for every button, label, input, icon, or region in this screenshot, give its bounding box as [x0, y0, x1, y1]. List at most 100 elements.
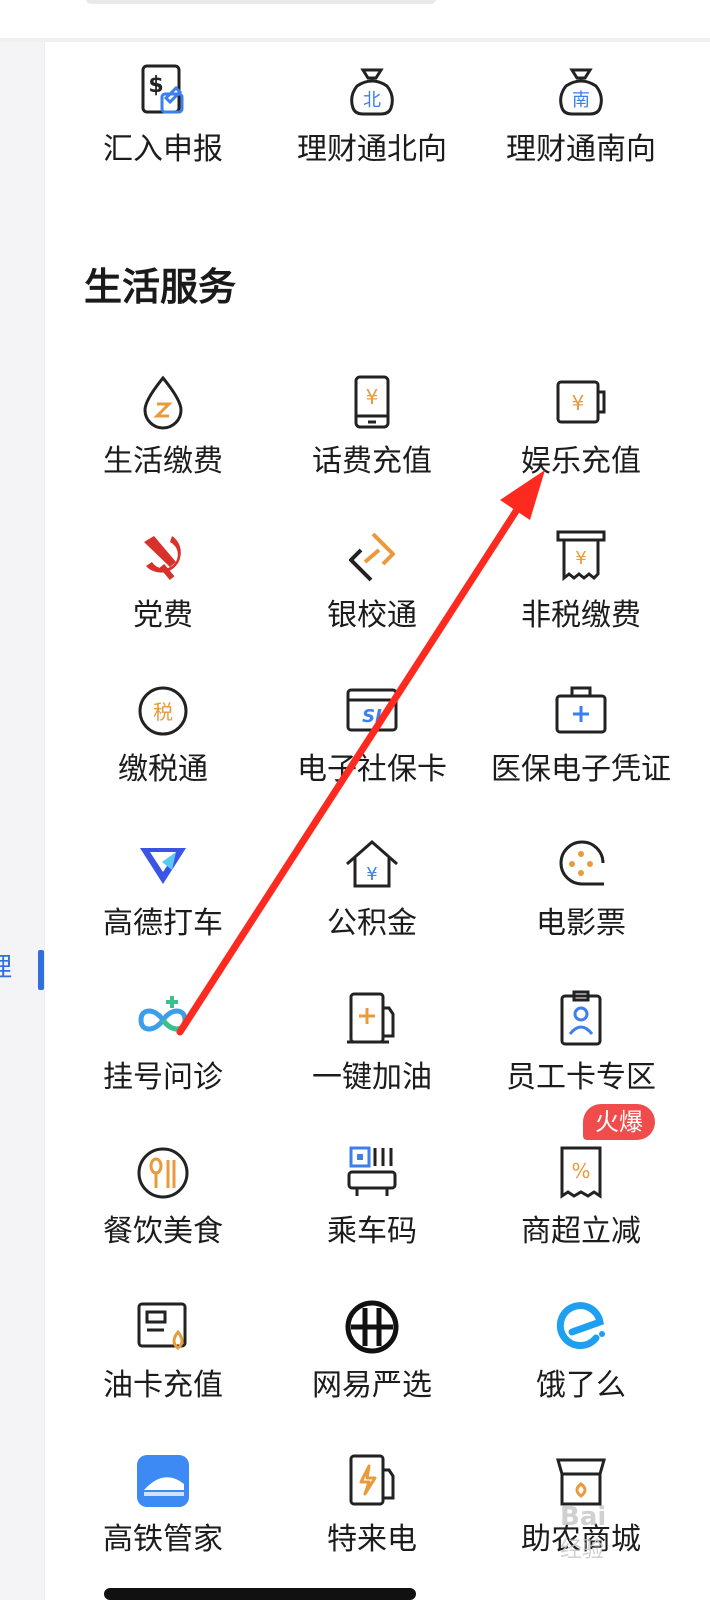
service-phone-recharge[interactable]: ¥ 话费充值 — [267, 374, 477, 514]
housing-fund-icon: ¥ — [343, 836, 401, 894]
svg-text:%: % — [571, 1159, 590, 1183]
service-bus-code[interactable]: 乘车码 — [267, 1144, 477, 1284]
social-security-card-icon: SI — [343, 682, 401, 740]
watermark-text: Bai — [560, 1502, 607, 1532]
service-label: 乘车码 — [327, 1214, 417, 1249]
tax-coin-icon: 税 — [134, 682, 192, 740]
fuel-card-icon — [134, 1298, 192, 1356]
service-label: 电子社保卡 — [297, 752, 447, 787]
service-bank-school[interactable]: 银校通 — [267, 528, 477, 668]
netease-yanxuan-icon — [343, 1298, 401, 1356]
svg-text:¥: ¥ — [575, 548, 586, 569]
hot-badge: 火爆 — [583, 1104, 655, 1140]
hospital-registration-icon — [134, 990, 192, 1048]
service-eleme[interactable]: 饿了么 — [476, 1298, 686, 1438]
service-label: 医保电子凭证 — [491, 752, 671, 787]
receipt-yuan-icon: ¥ — [552, 528, 610, 586]
top-header-bar — [0, 0, 710, 42]
entertainment-recharge-icon: ¥ — [552, 374, 610, 432]
service-label: 饿了么 — [536, 1368, 626, 1403]
service-teld-charging[interactable]: 特来电 — [267, 1452, 477, 1592]
service-label: 非税缴费 — [521, 598, 641, 633]
employee-card-icon — [552, 990, 610, 1048]
water-drop-icon — [134, 374, 192, 432]
service-label: 汇入申报 — [103, 132, 223, 167]
hammer-sickle-icon — [134, 528, 192, 586]
service-housing-fund[interactable]: ¥ 公积金 — [267, 836, 477, 976]
service-party-fee[interactable]: 党费 — [58, 528, 268, 668]
ev-charging-icon — [343, 1452, 401, 1510]
moneybag-south-icon: 南 — [552, 62, 610, 120]
eleme-icon — [552, 1298, 610, 1356]
service-movie-ticket[interactable]: 电影票 — [476, 836, 686, 976]
dining-icon — [134, 1144, 192, 1202]
service-label: 商超立减 — [521, 1214, 641, 1249]
service-hospital-registration[interactable]: 挂号问诊 — [58, 990, 268, 1130]
watermark-logo: Bai 经验 — [560, 1502, 680, 1572]
section-title-life-services: 生活服务 — [84, 265, 237, 309]
service-tax-pay[interactable]: 税 缴税通 — [58, 682, 268, 822]
service-high-speed-rail[interactable]: 高铁管家 — [58, 1452, 268, 1592]
service-label: 公积金 — [327, 906, 417, 941]
svg-text:¥: ¥ — [572, 391, 585, 415]
service-label: 理财通北向 — [297, 132, 447, 167]
service-label: 电影票 — [536, 906, 626, 941]
service-label: 挂号问诊 — [103, 1060, 223, 1095]
service-non-tax-payment[interactable]: ¥ 非税缴费 — [476, 528, 686, 668]
service-netease-yanxuan[interactable]: 网易严选 — [267, 1298, 477, 1438]
service-label: 生活缴费 — [103, 444, 223, 479]
service-label: 高德打车 — [103, 906, 223, 941]
service-label: 理财通南向 — [506, 132, 656, 167]
sidebar-item-active[interactable]: 理 — [0, 954, 12, 982]
discount-receipt-icon: % — [552, 1144, 610, 1202]
amap-taxi-icon — [134, 836, 192, 894]
svg-text:SI: SI — [362, 706, 382, 727]
service-social-security-card[interactable]: SI 电子社保卡 — [267, 682, 477, 822]
service-medical-insurance[interactable]: 医保电子凭证 — [476, 682, 686, 822]
service-employee-card[interactable]: 员工卡专区 — [476, 990, 686, 1130]
sidebar-active-indicator — [38, 950, 44, 990]
svg-text:¥: ¥ — [366, 864, 377, 885]
svg-text:南: 南 — [572, 90, 590, 111]
svg-text:北: 北 — [363, 90, 381, 111]
service-huiru-shenbao[interactable]: $ 汇入申报 — [58, 62, 268, 202]
service-entertainment-recharge[interactable]: ¥ 娱乐充值 — [476, 374, 686, 514]
header-remnant — [86, 0, 436, 4]
service-amap-taxi[interactable]: 高德打车 — [58, 836, 268, 976]
dollar-receipt-icon: $ — [134, 62, 192, 120]
service-label: 网易严选 — [312, 1368, 432, 1403]
bank-school-icon — [343, 528, 401, 586]
medical-kit-icon — [552, 682, 610, 740]
service-label: 特来电 — [327, 1522, 417, 1557]
svg-text:税: 税 — [153, 700, 173, 724]
bus-qr-icon — [343, 1144, 401, 1202]
category-sidebar[interactable] — [0, 42, 45, 1600]
service-supermarket-discount[interactable]: % 商超立减 — [476, 1144, 686, 1284]
service-fuel-card-recharge[interactable]: 油卡充值 — [58, 1298, 268, 1438]
service-licaitong-south[interactable]: 南 理财通南向 — [476, 62, 686, 202]
svg-text:¥: ¥ — [366, 385, 379, 409]
service-label: 员工卡专区 — [506, 1060, 656, 1095]
service-licaitong-north[interactable]: 北 理财通北向 — [267, 62, 477, 202]
service-label: 娱乐充值 — [521, 444, 641, 479]
watermark-text-cn: 经验 — [560, 1538, 605, 1563]
service-label: 餐饮美食 — [103, 1214, 223, 1249]
service-label: 油卡充值 — [103, 1368, 223, 1403]
phone-recharge-icon: ¥ — [343, 374, 401, 432]
service-label: 银校通 — [327, 598, 417, 633]
service-label: 话费充值 — [312, 444, 432, 479]
service-label: 缴税通 — [118, 752, 208, 787]
svg-text:$: $ — [148, 73, 163, 98]
service-dining[interactable]: 餐饮美食 — [58, 1144, 268, 1284]
service-label: 一键加油 — [312, 1060, 432, 1095]
service-living-payment[interactable]: 生活缴费 — [58, 374, 268, 514]
movie-ticket-icon — [552, 836, 610, 894]
service-label: 党费 — [133, 598, 193, 633]
bottom-bar-remnant — [104, 1588, 416, 1600]
service-label: 高铁管家 — [103, 1522, 223, 1557]
high-speed-rail-icon — [134, 1452, 192, 1510]
sidebar-item-label: 理 — [0, 954, 12, 982]
moneybag-north-icon: 北 — [343, 62, 401, 120]
service-one-click-fuel[interactable]: 一键加油 — [267, 990, 477, 1130]
fuel-pump-icon — [343, 990, 401, 1048]
